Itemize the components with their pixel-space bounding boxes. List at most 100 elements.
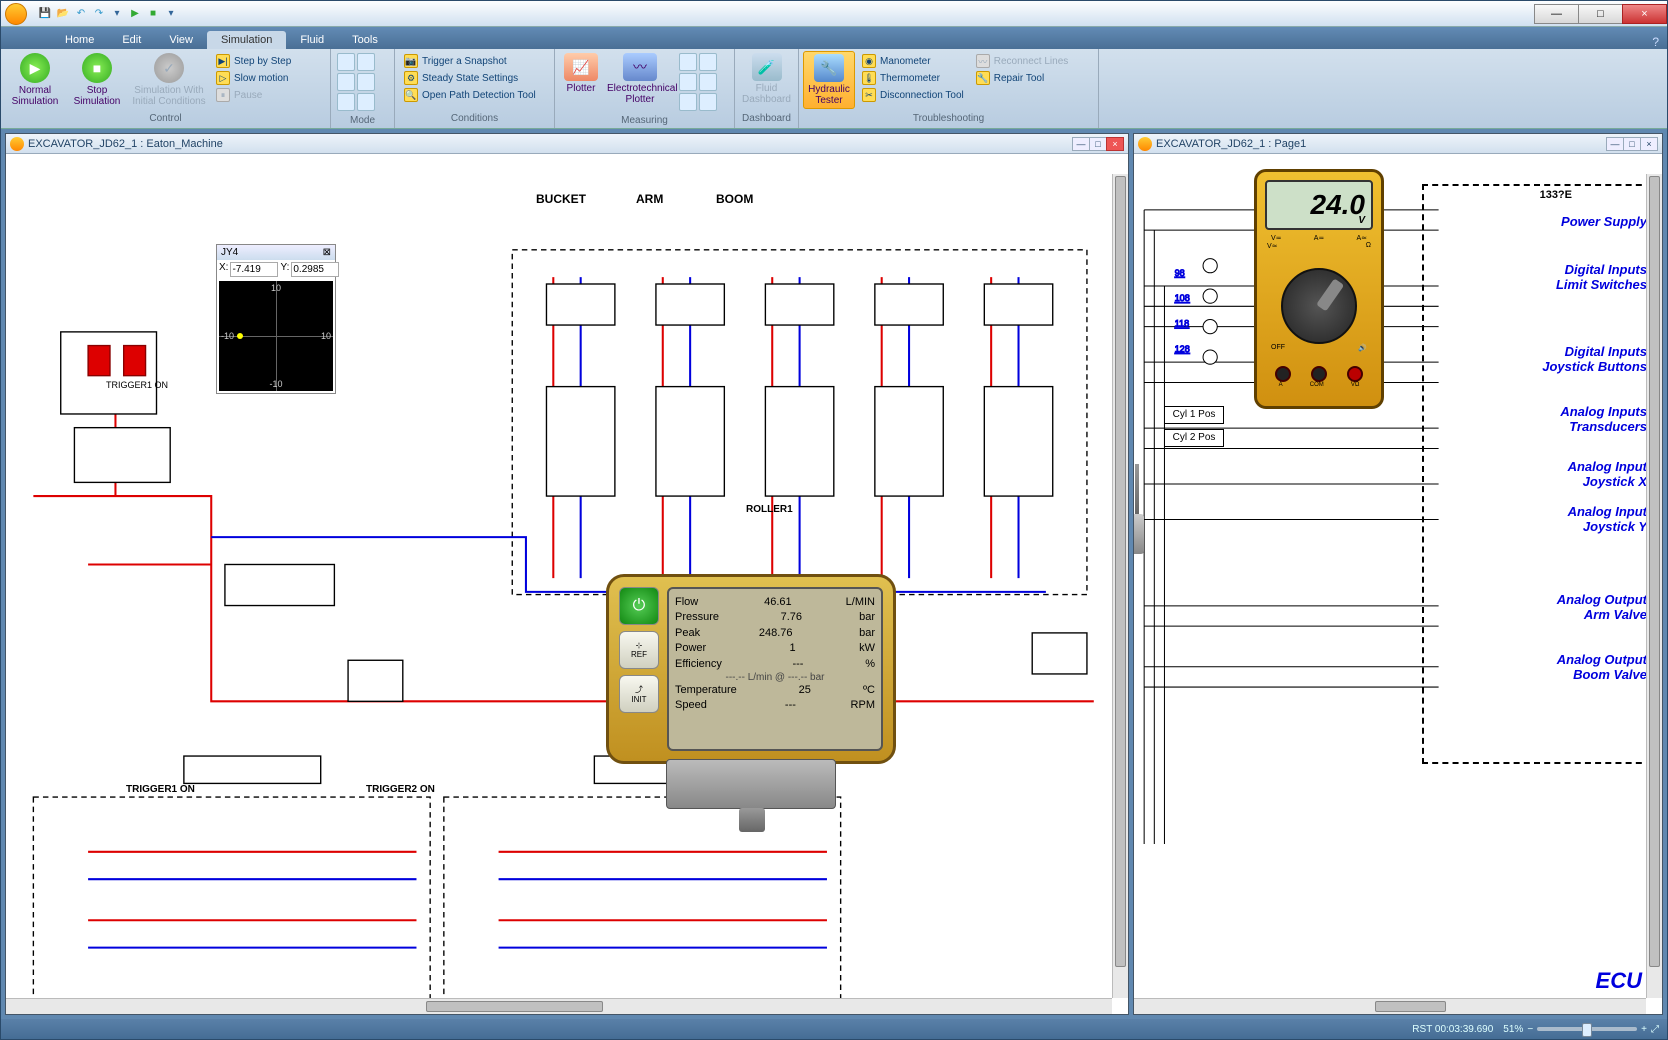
electrical-schematic-canvas[interactable]: 98108118128 133?E Power Supply Digital I… xyxy=(1134,154,1662,1014)
measuring-tools-grid[interactable] xyxy=(677,51,719,113)
pause-button[interactable]: ⏸Pause xyxy=(213,87,294,103)
dashboard-icon: 🧪 xyxy=(752,53,782,81)
hydraulic-tester-panel[interactable]: ⏻ ⊹REF ⤴INIT Flow46.61L/MIN Pressure7.76… xyxy=(606,574,896,764)
window-maximize-button[interactable]: □ xyxy=(1578,4,1623,24)
help-icon[interactable]: ? xyxy=(1652,35,1659,49)
jack-v[interactable] xyxy=(1347,366,1363,382)
doc-minimize-button[interactable]: — xyxy=(1606,137,1624,151)
pause-icon: ⏸ xyxy=(216,88,230,102)
joystick-dot[interactable] xyxy=(237,333,243,339)
doc-title: EXCAVATOR_JD62_1 : Eaton_Machine xyxy=(28,138,223,150)
joystick-plot[interactable]: 10 -10 10 -10 xyxy=(219,281,333,391)
joystick-panel[interactable]: JY4⊠ X: Y: 10 -10 10 -10 xyxy=(216,244,336,394)
reconnect-button[interactable]: 〰Reconnect Lines xyxy=(973,53,1072,69)
hydraulic-tester-button[interactable]: 🔧Hydraulic Tester xyxy=(803,51,855,109)
right-v-scrollbar[interactable] xyxy=(1646,174,1662,998)
tab-edit[interactable]: Edit xyxy=(108,31,155,49)
cyl1-pos-label: Cyl 1 Pos xyxy=(1164,406,1224,424)
zoom-slider[interactable] xyxy=(1537,1027,1637,1031)
reconnect-icon: 〰 xyxy=(976,54,990,68)
zoom-out-button[interactable]: − xyxy=(1527,1024,1533,1035)
qat-play-icon[interactable]: ▶ xyxy=(127,6,143,22)
ecu-power-supply: Power Supply xyxy=(1537,214,1647,229)
qat-stop-icon[interactable]: ■ xyxy=(145,6,161,22)
plotter-button[interactable]: 📈Plotter xyxy=(559,51,603,96)
doc-maximize-button[interactable]: □ xyxy=(1623,137,1641,151)
qat-undo-icon[interactable]: ↶ xyxy=(73,6,89,22)
ecu-title: ECU xyxy=(1596,968,1642,994)
normal-simulation-button[interactable]: ▶Normal Simulation xyxy=(5,51,65,109)
group-control-label: Control xyxy=(5,111,326,126)
tab-tools[interactable]: Tools xyxy=(338,31,392,49)
group-mode-label: Mode xyxy=(335,113,390,128)
group-measuring-label: Measuring xyxy=(559,113,730,128)
trigger-snapshot-button[interactable]: 📷Trigger a Snapshot xyxy=(401,53,539,69)
right-h-scrollbar[interactable] xyxy=(1134,998,1646,1014)
document-eaton-machine: EXCAVATOR_JD62_1 : Eaton_Machine — □ × xyxy=(5,133,1129,1015)
qat-redo-icon[interactable]: ↷ xyxy=(91,6,107,22)
manometer-button[interactable]: ◉Manometer xyxy=(859,53,967,69)
left-v-scrollbar[interactable] xyxy=(1112,174,1128,998)
sim-initial-button[interactable]: ✓Simulation With Initial Conditions xyxy=(129,51,209,109)
fluid-dashboard-button[interactable]: 🧪Fluid Dashboard xyxy=(739,51,794,107)
left-h-scrollbar[interactable] xyxy=(6,998,1112,1014)
ecu-digital-limit: Digital Inputs Limit Switches xyxy=(1537,262,1647,292)
joystick-close-icon[interactable]: ⊠ xyxy=(323,247,331,258)
mode-buttons[interactable] xyxy=(335,51,377,113)
joystick-title: JY4 xyxy=(221,247,238,258)
doc-close-button[interactable]: × xyxy=(1106,137,1124,151)
thermometer-button[interactable]: 🌡Thermometer xyxy=(859,70,967,86)
qat-dropdown-icon[interactable]: ▾ xyxy=(109,6,125,22)
tester-base xyxy=(666,759,836,809)
ecu-analog-joyx: Analog Input Joystick X xyxy=(1537,459,1647,489)
qat-save-icon[interactable]: 💾 xyxy=(37,6,53,22)
steady-state-button[interactable]: ⚙Steady State Settings xyxy=(401,70,539,86)
joystick-y-input[interactable] xyxy=(291,262,339,277)
trigger1-small-label: TRIGGER1 ON xyxy=(106,380,168,390)
zoom-in-button[interactable]: + xyxy=(1641,1024,1647,1035)
tab-simulation[interactable]: Simulation xyxy=(207,31,286,49)
svg-text:108: 108 xyxy=(1175,293,1190,303)
et-plotter-button[interactable]: 〰Electrotechnical Plotter xyxy=(605,51,675,107)
quick-access-toolbar: 💾 📂 ↶ ↷ ▾ ▶ ■ ▾ xyxy=(31,6,179,22)
ecu-arm-valve: Analog Output Arm Valve xyxy=(1537,592,1647,622)
multimeter-dial[interactable] xyxy=(1281,268,1357,344)
qat-more-icon[interactable]: ▾ xyxy=(163,6,179,22)
jack-a[interactable] xyxy=(1275,366,1291,382)
tab-home[interactable]: Home xyxy=(51,31,108,49)
window-close-button[interactable]: × xyxy=(1622,4,1667,24)
tab-fluid[interactable]: Fluid xyxy=(286,31,338,49)
multimeter[interactable]: 24.0V V≂A≂A≃ V≃Ω OFF🔊 ACOMVΩ xyxy=(1254,169,1384,409)
svg-text:98: 98 xyxy=(1175,268,1185,278)
thermometer-icon: 🌡 xyxy=(862,71,876,85)
tester-power-button[interactable]: ⏻ xyxy=(619,587,659,625)
stop-simulation-button[interactable]: ■Stop Simulation xyxy=(67,51,127,109)
tester-lcd: Flow46.61L/MIN Pressure7.76bar Peak248.7… xyxy=(667,587,883,751)
jack-com[interactable] xyxy=(1311,366,1327,382)
slow-motion-button[interactable]: ▷Slow motion xyxy=(213,70,294,86)
zoom-fit-button[interactable]: ⤢ xyxy=(1651,1024,1659,1035)
doc-maximize-button[interactable]: □ xyxy=(1089,137,1107,151)
window-minimize-button[interactable]: — xyxy=(1534,4,1579,24)
tab-view[interactable]: View xyxy=(155,31,207,49)
doc-minimize-button[interactable]: — xyxy=(1072,137,1090,151)
tester-ref-button[interactable]: ⊹REF xyxy=(619,631,659,669)
probe-icon[interactable] xyxy=(1134,464,1144,584)
disconnect-icon: ✂ xyxy=(862,88,876,102)
ecu-boom-valve: Analog Output Boom Valve xyxy=(1537,652,1647,682)
joystick-x-input[interactable] xyxy=(230,262,278,277)
repair-button[interactable]: 🔧Repair Tool xyxy=(973,70,1072,86)
qat-open-icon[interactable]: 📂 xyxy=(55,6,71,22)
hydraulic-schematic-canvas[interactable]: BUCKET ARM BOOM ROLLER1 TRIGGER1 ON TRIG… xyxy=(6,154,1128,1014)
open-path-button[interactable]: 🔍Open Path Detection Tool xyxy=(401,87,539,103)
ecu-top-label: 133?E xyxy=(1540,189,1572,201)
doc-close-button[interactable]: × xyxy=(1640,137,1658,151)
et-plotter-icon: 〰 xyxy=(623,53,657,81)
step-by-step-button[interactable]: ▶|Step by Step xyxy=(213,53,294,69)
step-icon: ▶| xyxy=(216,54,230,68)
document-page1: EXCAVATOR_JD62_1 : Page1 — □ × 981081181… xyxy=(1133,133,1663,1015)
snapshot-icon: 📷 xyxy=(404,54,418,68)
zoom-level: 51% xyxy=(1503,1024,1523,1035)
disconnection-button[interactable]: ✂Disconnection Tool xyxy=(859,87,967,103)
tester-init-button[interactable]: ⤴INIT xyxy=(619,675,659,713)
